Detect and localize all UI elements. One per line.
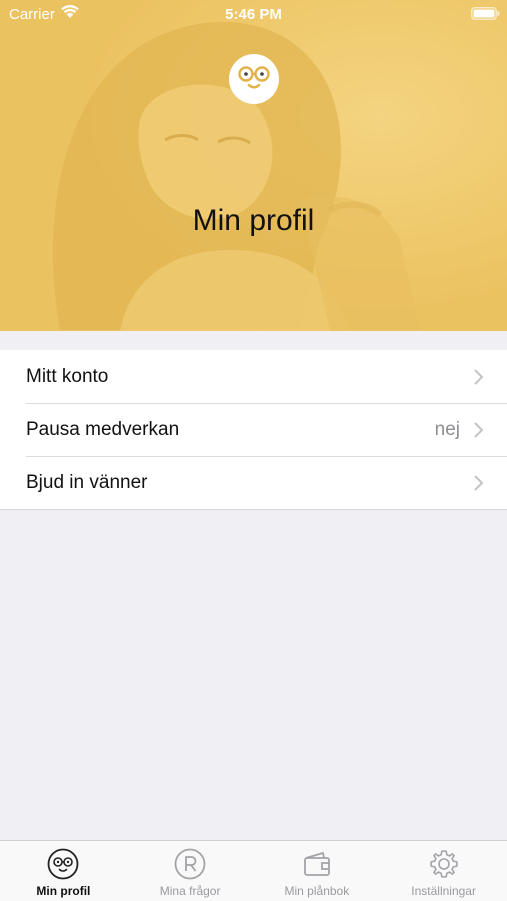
status-bar: Carrier 5:46 PM xyxy=(0,0,507,28)
tab-label: Mina frågor xyxy=(159,884,221,898)
menu-item-label: Bjud in vänner xyxy=(26,471,148,493)
pause-status-value: nej xyxy=(434,419,460,440)
tab-my-wallet[interactable]: Min plånbok xyxy=(254,841,381,901)
tab-my-questions[interactable]: Mina frågor xyxy=(127,841,254,901)
tab-my-profile[interactable]: Min profil xyxy=(0,841,127,901)
menu-item-label: Pausa medverkan xyxy=(26,418,180,440)
tab-settings[interactable]: Inställningar xyxy=(380,841,507,901)
registered-icon xyxy=(174,848,206,880)
glasses-face-icon xyxy=(47,848,79,880)
wallet-icon xyxy=(303,852,330,876)
menu-item-label: Mitt konto xyxy=(26,365,109,387)
menu-item-my-account[interactable]: Mitt konto xyxy=(0,350,507,403)
gear-icon xyxy=(429,850,458,878)
tab-bar: Min profil Mina frågor Min plånbok Instä… xyxy=(0,840,507,901)
menu-item-pause-participation[interactable]: Pausa medverkan nej xyxy=(0,403,507,456)
status-time: 5:46 PM xyxy=(225,6,282,23)
chevron-right-icon xyxy=(474,422,483,438)
chevron-right-icon xyxy=(474,369,483,385)
profile-menu-list: Mitt konto Pausa medverkan nej Bjud in v… xyxy=(0,350,507,510)
profile-header: Carrier 5:46 PM Min profil xyxy=(0,0,507,331)
battery-icon xyxy=(471,7,500,20)
tab-label: Inställningar xyxy=(411,884,476,898)
menu-item-invite-friends[interactable]: Bjud in vänner xyxy=(0,456,507,509)
page-title: Min profil xyxy=(192,204,315,237)
tab-label: Min profil xyxy=(36,884,91,898)
header-tint xyxy=(0,0,507,331)
chevron-right-icon xyxy=(474,475,483,491)
app-logo xyxy=(229,54,279,104)
tab-label: Min plånbok xyxy=(284,884,350,898)
glasses-face-icon xyxy=(238,66,270,89)
